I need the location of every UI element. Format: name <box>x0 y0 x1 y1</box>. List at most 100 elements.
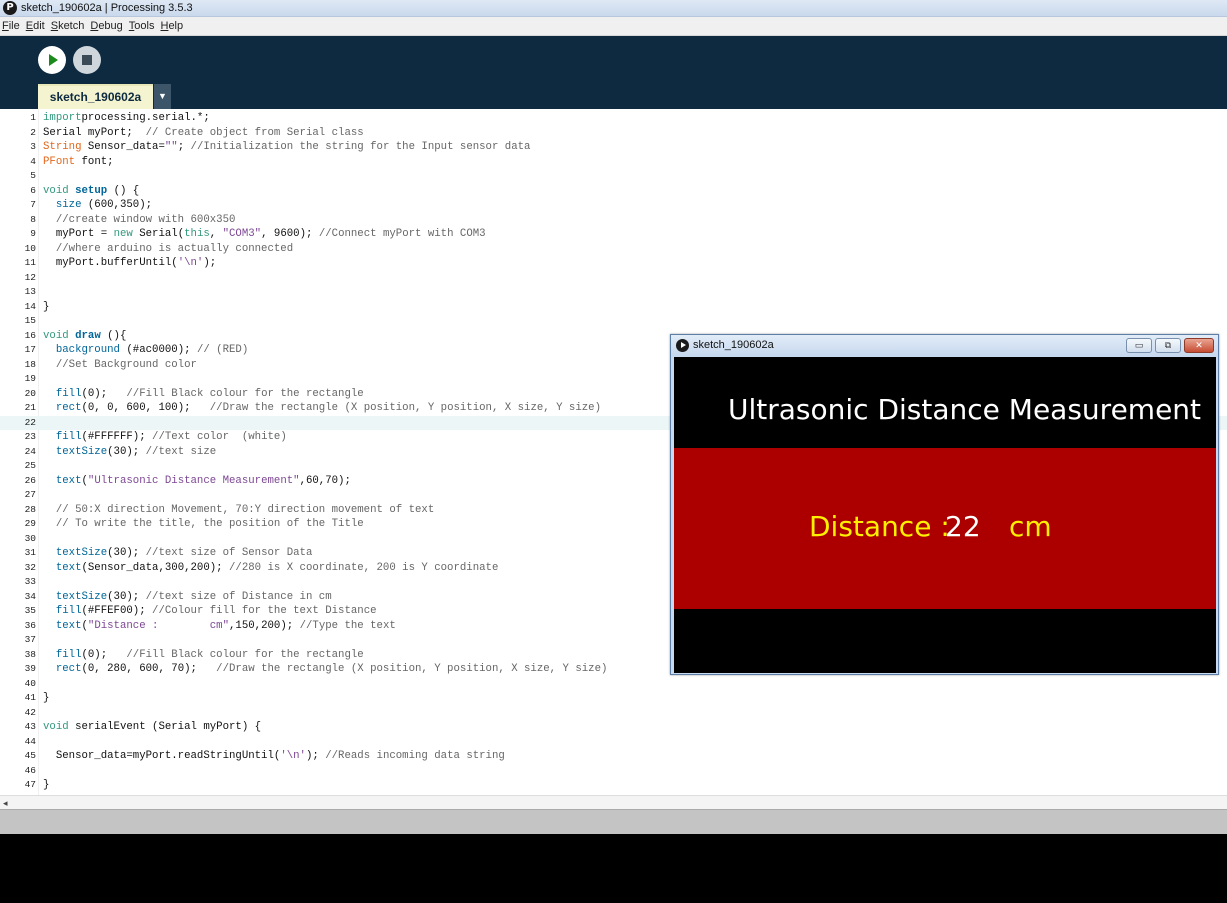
line-text: textSize(30); //text size <box>55 445 217 458</box>
code-line[interactable]: 43 void serialEvent (Serial myPort) { <box>0 720 1227 735</box>
code-line[interactable]: 40 <box>0 677 1227 692</box>
maximize-button[interactable]: ⧉ <box>1155 338 1181 353</box>
close-button[interactable]: ✕ <box>1184 338 1214 353</box>
line-number: 46 <box>24 764 36 776</box>
line-number: 9 <box>30 228 36 239</box>
code-line[interactable]: 14} <box>0 300 1227 315</box>
line-number: 38 <box>24 648 36 660</box>
code-line[interactable]: 8 //create window with 600x350 <box>0 213 1227 228</box>
line-text: //where arduino is actually connected <box>55 242 294 255</box>
line-number: 11 <box>24 257 36 268</box>
line-text: text("Distance : cm",150,200); //Type th… <box>55 619 396 632</box>
line-number: 36 <box>24 619 36 631</box>
horizontal-scrollbar[interactable]: ◂ <box>0 795 1227 809</box>
line-number: 43 <box>24 721 36 732</box>
line-text: fill(#FFEF00); //Colour fill for the tex… <box>55 605 377 617</box>
line-number: 15 <box>24 315 36 326</box>
sketch-canvas: Ultrasonic Distance Measurement Distance… <box>674 357 1216 673</box>
line-number: 8 <box>30 213 36 225</box>
line-text: text("Ultrasonic Distance Measurement",6… <box>55 474 351 487</box>
line-text: Serial myPort; // Create object from Ser… <box>43 126 364 139</box>
menu-item[interactable]: Tools <box>129 18 155 35</box>
line-text: rect(0, 0, 600, 100); //Draw the rectang… <box>55 402 601 414</box>
code-line[interactable]: 47} <box>0 778 1227 793</box>
window-title: sketch_190602a | Processing 3.5.3 <box>21 2 193 14</box>
toolbar <box>0 36 1227 109</box>
line-number: 41 <box>24 692 36 703</box>
minimize-button[interactable]: ▭ <box>1126 338 1152 353</box>
menu-item[interactable]: File <box>2 18 20 35</box>
code-line[interactable]: 4 PFont font; <box>0 155 1227 170</box>
code-line[interactable]: 12 <box>0 271 1227 286</box>
stop-button[interactable] <box>73 46 101 74</box>
line-number: 4 <box>30 155 36 167</box>
line-number: 5 <box>30 170 36 181</box>
code-line[interactable]: 46 <box>0 764 1227 779</box>
line-number: 1 <box>30 112 36 123</box>
code-line[interactable]: 10 //where arduino is actually connected <box>0 242 1227 257</box>
line-number: 16 <box>24 329 36 341</box>
status-bar <box>0 809 1227 834</box>
code-line[interactable]: 13 <box>0 285 1227 300</box>
canvas-distance-label: Distance : <box>809 510 950 543</box>
sketch-window-title: sketch_190602a <box>693 339 774 351</box>
scroll-left-arrow-icon[interactable]: ◂ <box>3 798 8 809</box>
line-text: } <box>43 300 50 313</box>
line-number: 25 <box>24 460 36 471</box>
menu-item[interactable]: Sketch <box>51 18 85 35</box>
line-text: myPort = new Serial(this, "COM3", 9600);… <box>43 228 486 240</box>
line-text: PFont font; <box>43 155 114 168</box>
line-number: 20 <box>24 387 36 399</box>
code-line[interactable]: 11 myPort.bufferUntil('\n'); <box>0 256 1227 271</box>
code-line[interactable]: 6 void setup () { <box>0 184 1227 199</box>
menu-item[interactable]: Debug <box>90 18 122 35</box>
code-line[interactable]: 42 <box>0 706 1227 721</box>
line-number: 7 <box>30 199 36 210</box>
line-number: 2 <box>30 126 36 138</box>
line-text: fill(#FFFFFF); //Text color (white) <box>55 431 287 443</box>
code-line[interactable]: 3 String Sensor_data=""; //Initialization… <box>0 140 1227 155</box>
line-number: 44 <box>24 735 36 747</box>
line-text: textSize(30); //text size of Sensor Data <box>55 547 313 559</box>
line-text: // To write the title, the position of t… <box>55 518 364 530</box>
code-line[interactable]: 15 <box>0 314 1227 329</box>
line-text: void draw (){ <box>43 329 127 342</box>
line-number: 27 <box>24 489 36 500</box>
line-number: 14 <box>24 300 36 312</box>
code-line[interactable]: 5 <box>0 169 1227 184</box>
code-line[interactable]: 44 <box>0 735 1227 750</box>
line-number: 10 <box>24 242 36 254</box>
code-line[interactable]: 1 importprocessing.serial.*; <box>0 111 1227 126</box>
stop-icon <box>82 55 92 65</box>
line-number: 47 <box>24 779 36 790</box>
line-text: myPort.bufferUntil('\n'); <box>43 257 217 269</box>
code-line[interactable]: 9 myPort = new Serial(this, "COM3", 9600… <box>0 227 1227 242</box>
line-number: 37 <box>24 634 36 645</box>
canvas-title-text: Ultrasonic Distance Measurement <box>728 393 1202 426</box>
tab-sketch[interactable]: sketch_190602a <box>38 84 153 109</box>
code-line[interactable]: 7 size (600,350); <box>0 198 1227 213</box>
code-line[interactable]: 2 Serial myPort; // Create object from Se… <box>0 126 1227 141</box>
run-button[interactable] <box>38 46 66 74</box>
line-number: 23 <box>24 431 36 442</box>
line-number: 22 <box>24 416 36 428</box>
line-number: 40 <box>24 677 36 689</box>
line-number: 21 <box>24 402 36 413</box>
line-number: 17 <box>24 344 36 355</box>
line-text: void setup () { <box>43 184 140 197</box>
menu-item[interactable]: Edit <box>26 18 45 35</box>
code-line[interactable]: 41} <box>0 691 1227 706</box>
line-number: 45 <box>24 750 36 761</box>
window-titlebar: P sketch_190602a | Processing 3.5.3 <box>0 0 1227 17</box>
sketch-window-titlebar[interactable]: sketch_190602a ▭ ⧉ ✕ <box>671 335 1218 356</box>
line-text: size (600,350); <box>55 199 153 211</box>
tab-menu-button[interactable]: ▼ <box>154 84 171 109</box>
line-number: 26 <box>24 474 36 486</box>
line-number: 30 <box>24 532 36 544</box>
play-icon <box>49 54 58 66</box>
menu-item[interactable]: Help <box>160 18 183 35</box>
code-line[interactable]: 45 Sensor_data=myPort.readStringUntil('\… <box>0 749 1227 764</box>
line-number: 24 <box>24 445 36 457</box>
line-number: 28 <box>24 503 36 515</box>
line-number: 18 <box>24 358 36 370</box>
